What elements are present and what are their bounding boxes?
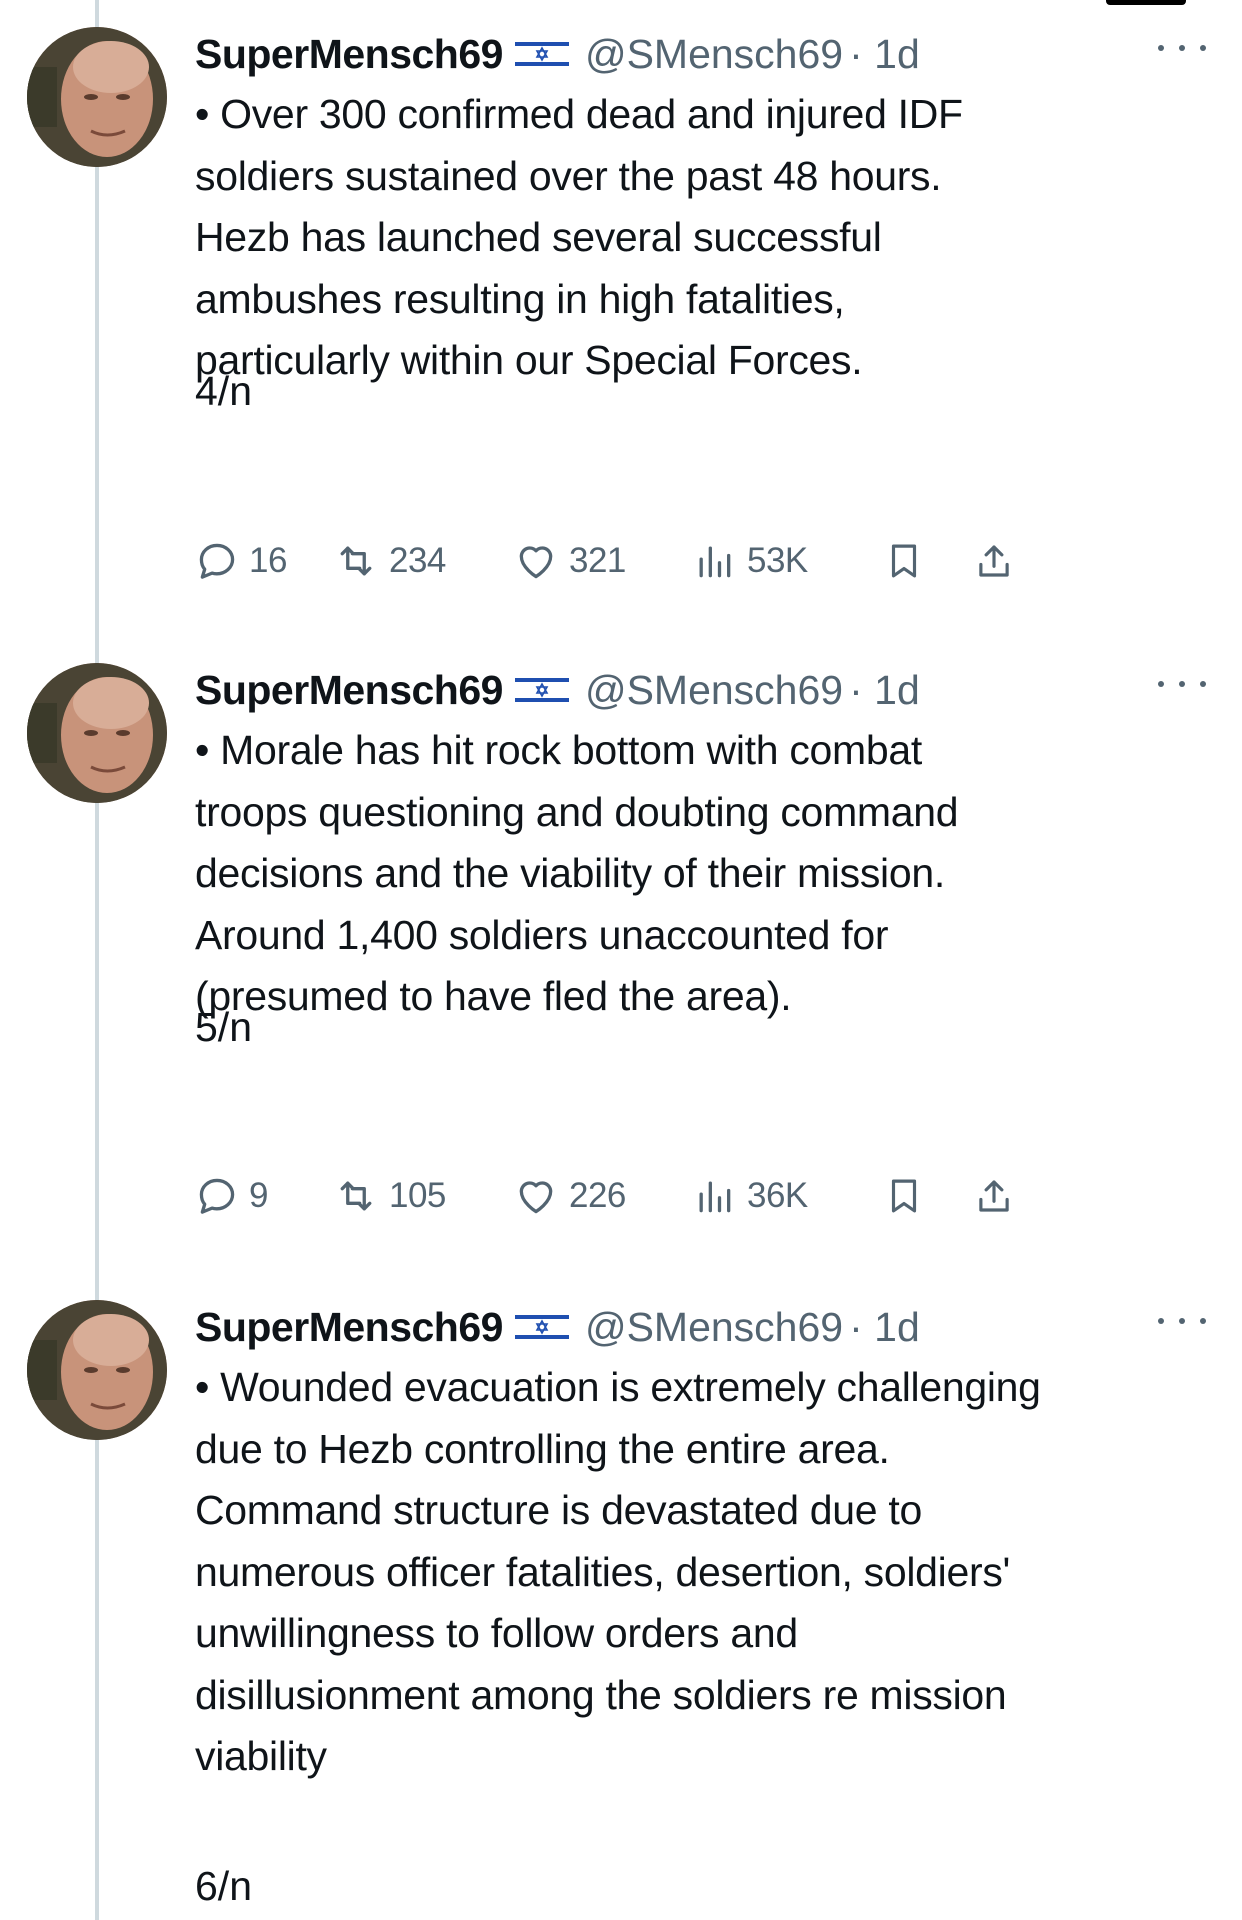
views-button[interactable]: 36K	[691, 1166, 808, 1226]
avatar-image	[27, 663, 167, 803]
more-options-icon[interactable]	[1158, 38, 1206, 58]
repost-button[interactable]: 234	[333, 531, 446, 591]
top-edge-bar	[1106, 0, 1186, 5]
display-name[interactable]: SuperMensch69	[195, 667, 503, 714]
action-bar: 9 105 226 36K	[195, 1166, 1225, 1226]
bookmark-icon	[891, 1179, 917, 1213]
like-button[interactable]: 226	[513, 1166, 626, 1226]
avatar-image	[27, 1300, 167, 1440]
bookmark-button[interactable]	[883, 1166, 925, 1226]
views-icon	[699, 1181, 731, 1213]
avatar[interactable]	[27, 1300, 167, 1440]
share-button[interactable]	[973, 531, 1015, 591]
avatar[interactable]	[27, 663, 167, 803]
post-time: · 1d	[849, 30, 920, 77]
share-button[interactable]	[973, 1166, 1015, 1226]
view-count: 53K	[747, 541, 808, 580]
more-options-icon[interactable]	[1158, 1311, 1206, 1331]
repost-count: 234	[389, 541, 446, 580]
like-count: 226	[569, 1176, 626, 1215]
heart-icon	[519, 1181, 553, 1214]
action-bar: 16 234 321 53K	[195, 531, 1225, 591]
israel-flag-icon	[514, 675, 569, 705]
heart-icon	[519, 546, 553, 579]
reply-count: 16	[249, 541, 287, 580]
thread-marker: 4/n	[195, 368, 252, 414]
view-count: 36K	[747, 1176, 808, 1215]
display-name[interactable]: SuperMensch69	[195, 1304, 503, 1351]
share-icon	[979, 1180, 1009, 1212]
post-time: · 1d	[849, 1303, 920, 1350]
avatar[interactable]	[27, 27, 167, 167]
repost-count: 105	[389, 1176, 446, 1215]
user-handle[interactable]: @SMensch69	[585, 31, 843, 78]
user-handle[interactable]: @SMensch69	[585, 667, 843, 714]
more-options-icon[interactable]	[1158, 674, 1206, 694]
user-handle[interactable]: @SMensch69	[585, 1304, 843, 1351]
post-time: · 1d	[849, 666, 920, 713]
reply-button[interactable]: 16	[195, 531, 287, 591]
bookmark-button[interactable]	[883, 531, 925, 591]
tweet-text: • Morale has hit rock bottom with combat…	[195, 727, 959, 1019]
thread-line	[95, 0, 99, 1920]
views-icon	[699, 546, 731, 578]
views-button[interactable]: 53K	[691, 531, 808, 591]
repost-button[interactable]: 105	[333, 1166, 446, 1226]
repost-icon	[340, 546, 372, 576]
tweet-text: • Over 300 confirmed dead and injured ID…	[195, 91, 963, 383]
israel-flag-icon	[514, 39, 569, 69]
repost-icon	[340, 1181, 372, 1211]
display-name[interactable]: SuperMensch69	[195, 31, 503, 78]
reply-count: 9	[249, 1176, 268, 1215]
bookmark-icon	[891, 544, 917, 578]
thread-marker: 6/n	[195, 1863, 252, 1909]
thread-marker: 5/n	[195, 1004, 252, 1050]
like-count: 321	[569, 541, 626, 580]
tweet-text: • Wounded evacuation is extremely challe…	[195, 1364, 1041, 1779]
reply-icon	[199, 543, 235, 579]
like-button[interactable]: 321	[513, 531, 626, 591]
share-icon	[979, 545, 1009, 577]
avatar-image	[27, 27, 167, 167]
reply-icon	[199, 1178, 235, 1214]
israel-flag-icon	[514, 1312, 569, 1342]
reply-button[interactable]: 9	[195, 1166, 268, 1226]
